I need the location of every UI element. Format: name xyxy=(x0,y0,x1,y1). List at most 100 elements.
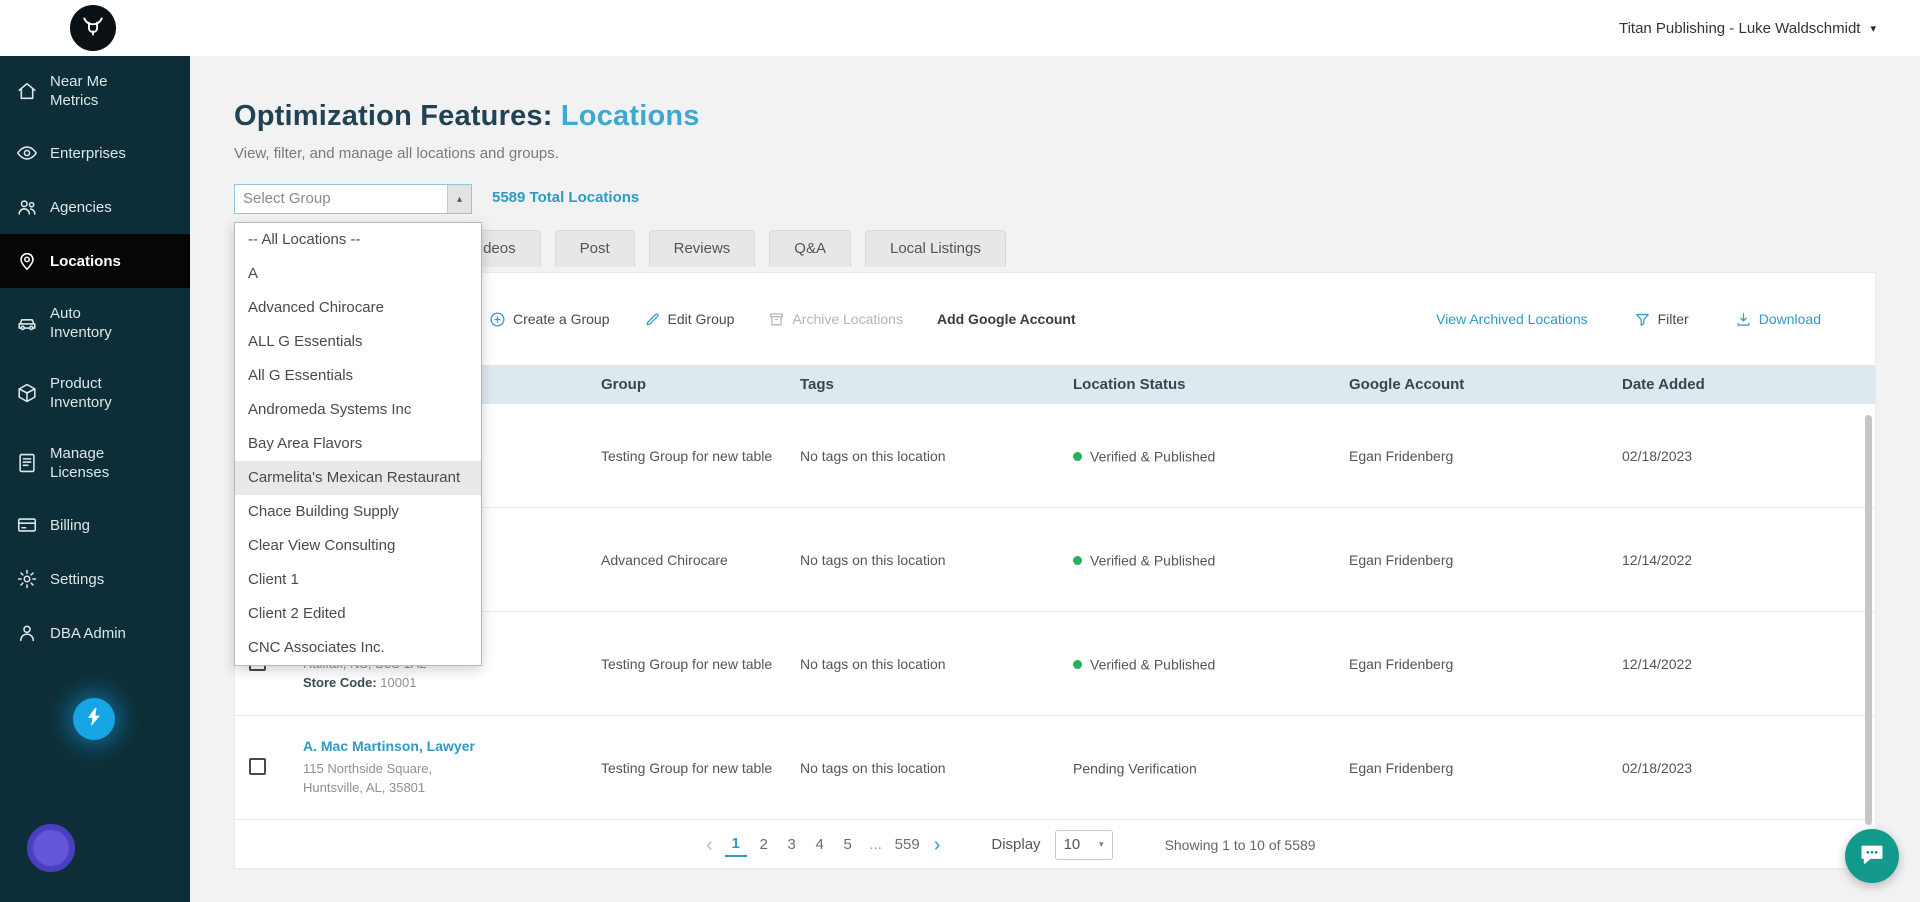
chevron-up-icon: ▴ xyxy=(457,194,462,205)
account-menu[interactable]: Titan Publishing - Luke Waldschmidt ▾ xyxy=(1619,0,1876,56)
prev-page-button[interactable]: ‹ xyxy=(706,835,713,855)
group-option[interactable]: Advanced Chirocare xyxy=(235,291,481,325)
box-icon xyxy=(16,382,38,404)
group-option[interactable]: Clear View Consulting xyxy=(235,529,481,563)
map-pin-icon xyxy=(16,250,38,272)
bull-logo-icon xyxy=(79,12,107,45)
tags-cell: No tags on this location xyxy=(800,656,1073,672)
sidebar-item-label: Billing xyxy=(50,516,90,535)
sidebar-item-label: Product Inventory xyxy=(50,374,138,412)
archive-locations-button[interactable]: Archive Locations xyxy=(768,311,903,328)
home-icon xyxy=(16,80,38,102)
titan-logo[interactable] xyxy=(70,5,116,51)
total-locations-label: 5589 Total Locations xyxy=(492,189,639,206)
sidebar-item-enterprises[interactable]: Enterprises xyxy=(0,126,190,180)
page-button-2[interactable]: 2 xyxy=(753,833,775,856)
page-size-select[interactable]: 10 ▾ xyxy=(1055,830,1113,860)
filter-button[interactable]: Filter xyxy=(1634,311,1689,328)
location-address-line: 115 Northside Square, xyxy=(303,759,589,779)
tab-q-a[interactable]: Q&A xyxy=(769,230,851,267)
date-added-cell: 12/14/2022 xyxy=(1622,552,1875,568)
sidebar-item-near-me-metrics[interactable]: Near Me Metrics xyxy=(0,56,190,126)
group-option[interactable]: CNC Associates Inc. xyxy=(235,631,481,665)
page-button-3[interactable]: 3 xyxy=(781,833,803,856)
sidebar-item-product-inventory[interactable]: Product Inventory xyxy=(0,358,190,428)
sidebar-item-label: Manage Licenses xyxy=(50,444,138,482)
page-button-4[interactable]: 4 xyxy=(809,833,831,856)
tab-local-listings[interactable]: Local Listings xyxy=(865,230,1006,267)
sidebar-item-locations[interactable]: Locations xyxy=(0,234,190,288)
billing-icon xyxy=(16,514,38,536)
edit-group-button[interactable]: Edit Group xyxy=(644,311,735,328)
store-code: Store Code: 10001 xyxy=(303,673,589,693)
quick-action-button[interactable] xyxy=(73,698,115,740)
add-google-account-button[interactable]: Add Google Account xyxy=(937,311,1076,327)
status-cell: Verified & Published xyxy=(1073,447,1349,464)
people-icon xyxy=(16,196,38,218)
page-title: Optimization Features: Locations xyxy=(234,100,1876,133)
sidebar-item-billing[interactable]: Billing xyxy=(0,498,190,552)
status-cell: Verified & Published xyxy=(1073,551,1349,568)
group-option[interactable]: -- All Locations -- xyxy=(235,223,481,257)
sidebar-item-label: Auto Inventory xyxy=(50,304,138,342)
location-name-link[interactable]: A. Mac Martinson, Lawyer xyxy=(303,738,589,754)
tab-post[interactable]: Post xyxy=(555,230,635,267)
page-size-value: 10 xyxy=(1064,836,1081,853)
page-button-559[interactable]: 559 xyxy=(893,833,922,856)
status-cell: Verified & Published xyxy=(1073,655,1349,672)
group-cell: Testing Group for new table xyxy=(601,656,800,672)
group-select-toggle-button[interactable]: ▴ xyxy=(447,185,471,213)
group-option[interactable]: Client 2 Edited xyxy=(235,597,481,631)
page-list: 12345... 559 xyxy=(722,832,925,857)
column-header-date-added: Date Added xyxy=(1622,376,1875,393)
group-cell: Advanced Chirocare xyxy=(601,552,800,568)
page-ellipsis: ... xyxy=(865,833,887,856)
group-dropdown-list: -- All Locations --AAdvanced ChirocareAL… xyxy=(234,222,482,666)
eye-icon xyxy=(16,142,38,164)
group-option[interactable]: Andromeda Systems Inc xyxy=(235,393,481,427)
download-icon xyxy=(1735,311,1752,328)
next-page-button[interactable]: › xyxy=(934,835,941,855)
sidebar-item-dba-admin[interactable]: DBA Admin xyxy=(0,606,190,660)
google-account-cell: Egan Fridenberg xyxy=(1349,760,1622,776)
group-option[interactable]: All G Essentials xyxy=(235,359,481,393)
group-option[interactable]: Bay Area Flavors xyxy=(235,427,481,461)
sidebar: Near Me Metrics Enterprises Agencies Locati… xyxy=(0,56,190,902)
topbar: Titan Publishing - Luke Waldschmidt ▾ xyxy=(0,0,1920,56)
sidebar-item-label: Agencies xyxy=(50,198,112,217)
page-title-highlight: Locations xyxy=(561,100,700,132)
group-option[interactable]: ALL G Essentials xyxy=(235,325,481,359)
tab-reviews[interactable]: Reviews xyxy=(649,230,756,267)
group-select-value: Select Group xyxy=(235,185,447,213)
floating-widget-button[interactable] xyxy=(27,824,75,872)
gear-icon xyxy=(16,568,38,590)
sidebar-item-settings[interactable]: Settings xyxy=(0,552,190,606)
group-select[interactable]: Select Group ▴ xyxy=(234,184,472,214)
page-button-5[interactable]: 5 xyxy=(837,833,859,856)
row-checkbox[interactable] xyxy=(249,758,266,775)
group-option[interactable]: A xyxy=(235,257,481,291)
sidebar-item-agencies[interactable]: Agencies xyxy=(0,180,190,234)
sidebar-item-label: Locations xyxy=(50,252,121,271)
group-option[interactable]: Client 1 xyxy=(235,563,481,597)
table-scrollbar[interactable] xyxy=(1865,415,1872,825)
chevron-down-icon: ▾ xyxy=(1870,22,1876,35)
sidebar-item-label: Enterprises xyxy=(50,144,126,163)
sidebar-item-manage-licenses[interactable]: Manage Licenses xyxy=(0,428,190,498)
table-row: A. Mac Martinson, Lawyer 115 Northside Sq… xyxy=(235,716,1875,820)
group-option[interactable]: Carmelita's Mexican Restaurant xyxy=(235,461,481,495)
sidebar-nav: Near Me Metrics Enterprises Agencies Locati… xyxy=(0,56,190,660)
column-header-google-account: Google Account xyxy=(1349,376,1622,393)
chat-launcher-button[interactable] xyxy=(1845,829,1899,883)
create-group-button[interactable]: Create a Group xyxy=(489,311,610,328)
chat-bubble-icon xyxy=(1858,840,1886,873)
sidebar-item-auto-inventory[interactable]: Auto Inventory xyxy=(0,288,190,358)
funnel-icon xyxy=(1634,311,1651,328)
download-button[interactable]: Download xyxy=(1735,311,1821,328)
page-title-prefix: Optimization Features: xyxy=(234,100,553,132)
page-button-1[interactable]: 1 xyxy=(725,832,747,857)
tags-cell: No tags on this location xyxy=(800,552,1073,568)
verified-status-dot-icon xyxy=(1073,556,1082,565)
view-archived-locations-link[interactable]: View Archived Locations xyxy=(1436,311,1588,327)
group-option[interactable]: Chace Building Supply xyxy=(235,495,481,529)
